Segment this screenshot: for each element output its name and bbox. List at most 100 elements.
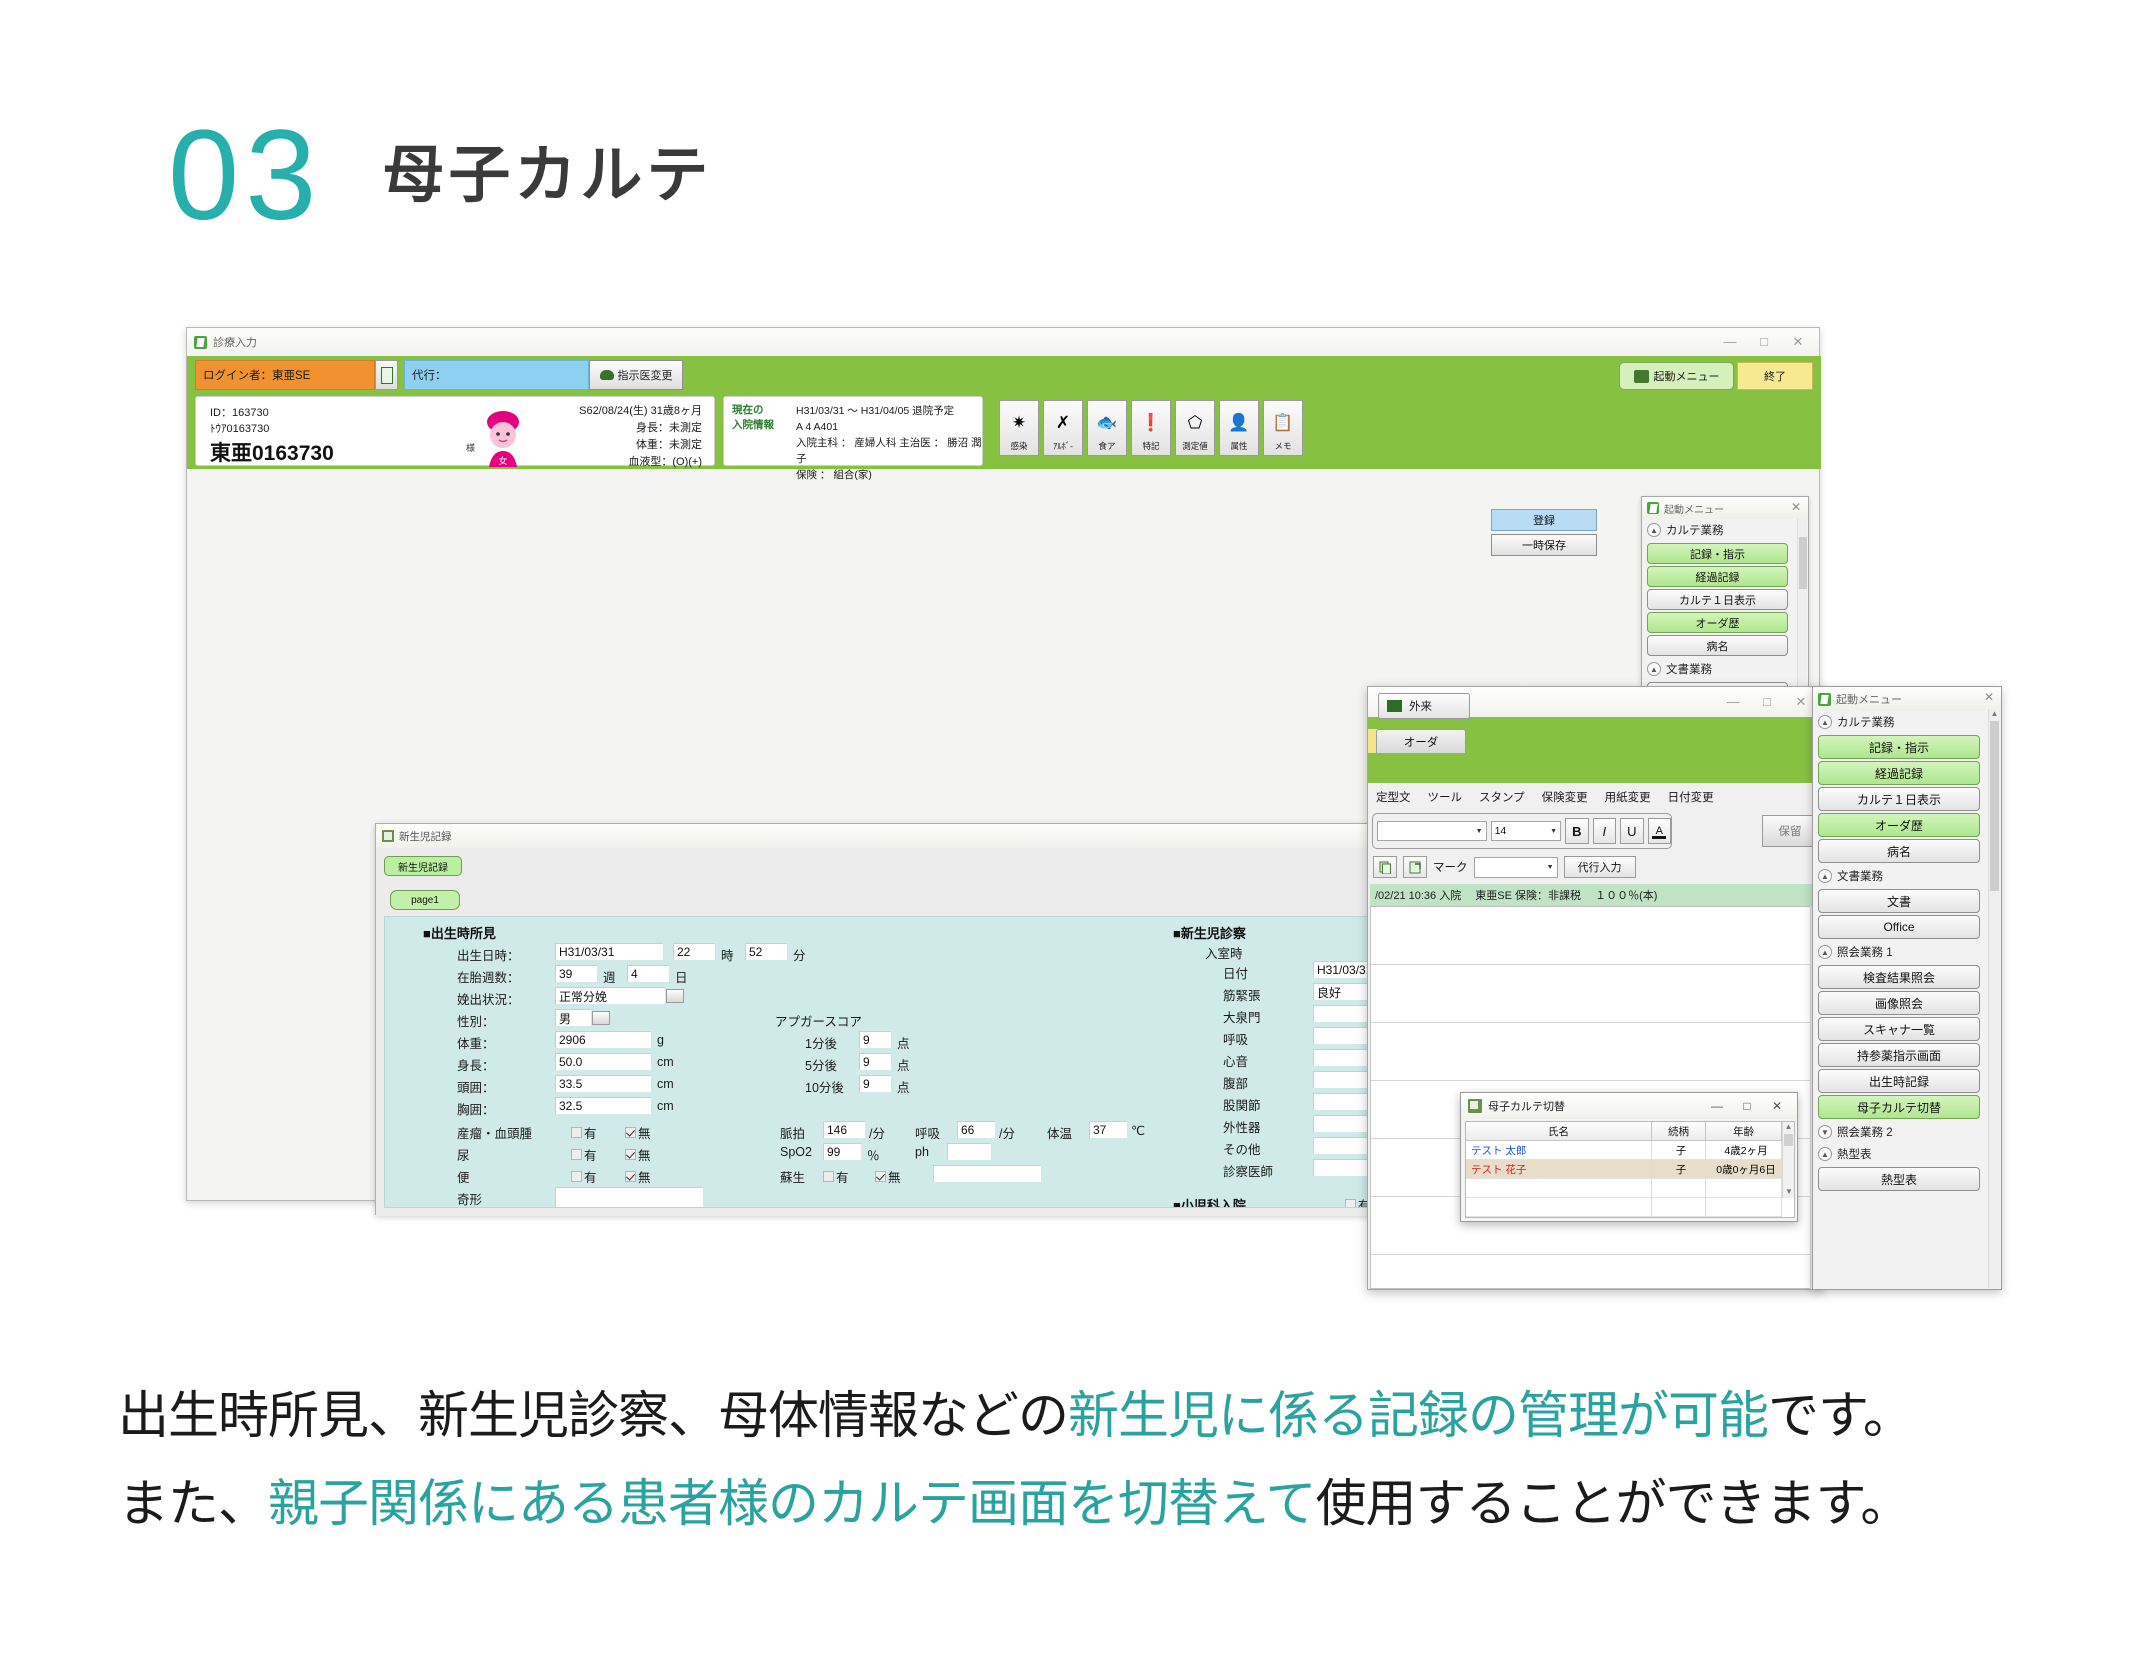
menu-item-2-4[interactable]: 出生時記録: [1818, 1069, 1980, 1093]
table-row-empty[interactable]: [1466, 1198, 1794, 1217]
proxy-input-button[interactable]: 代行入力: [1563, 856, 1636, 878]
order-menu-item-2[interactable]: スタンプ: [1479, 789, 1525, 805]
checkbox-1-ari[interactable]: 有: [571, 1145, 597, 1164]
apgar-input-2[interactable]: 9: [859, 1075, 891, 1092]
table-scrollbar[interactable]: ▲ ▼: [1782, 1122, 1794, 1198]
input-chest[interactable]: 32.5: [555, 1097, 651, 1114]
minimize-icon[interactable]: —: [1702, 1093, 1732, 1118]
shiji-change-button[interactable]: 指示医変更: [589, 360, 683, 390]
order-row[interactable]: [1371, 907, 1819, 965]
menu-item-2-0[interactable]: 検査結果照会: [1818, 965, 1980, 989]
checkbox-2-ari[interactable]: 有: [571, 1167, 597, 1186]
menu-item-0-0[interactable]: 記録・指示: [1818, 735, 1980, 759]
scroll-up-icon[interactable]: ▲: [1783, 1122, 1794, 1132]
apgar-input-1[interactable]: 9: [859, 1053, 891, 1070]
checkbox-1-nashi[interactable]: 無: [625, 1145, 651, 1164]
order-window-controls[interactable]: — □ ✕: [1716, 688, 1818, 715]
toolbar-button-measurement[interactable]: ⬠ 測定値: [1175, 400, 1215, 456]
minimize-icon[interactable]: —: [1713, 328, 1747, 355]
bold-button[interactable]: B: [1565, 818, 1589, 844]
order-menu-item-5[interactable]: 日付変更: [1668, 789, 1714, 805]
input-birth-date[interactable]: H31/03/31: [555, 943, 663, 960]
menu-item-2-1[interactable]: 画像照会: [1818, 991, 1980, 1015]
menu-group-1[interactable]: ▲ 文書業務: [1642, 658, 1796, 680]
hold-button[interactable]: 保留: [1762, 815, 1818, 847]
toolbar-button-note[interactable]: ❗ 特記: [1131, 400, 1171, 456]
menu-group-1[interactable]: ▲ 文書業務: [1813, 865, 1988, 887]
input-resus-note[interactable]: [933, 1165, 1041, 1182]
menu-item-2-5[interactable]: 母子カルテ切替: [1818, 1095, 1980, 1119]
temp-save-button[interactable]: 一時保存: [1491, 534, 1597, 556]
list-icon[interactable]: [375, 360, 398, 390]
input-pulse[interactable]: 146: [823, 1121, 865, 1138]
input-birth-hour[interactable]: 22: [673, 943, 715, 960]
toolbar-button-infection[interactable]: ✷ 感染: [999, 400, 1039, 456]
mark-select[interactable]: ▼: [1473, 856, 1558, 878]
menu-panel-2-scrollbar[interactable]: ▲: [1988, 709, 2000, 1288]
order-menu-item-0[interactable]: 定型文: [1376, 789, 1411, 805]
copy-icon[interactable]: [1373, 856, 1397, 878]
scroll-up-icon[interactable]: ▲: [1989, 709, 2000, 720]
menu-item-0-4[interactable]: 病名: [1647, 635, 1788, 656]
font-family-select[interactable]: ▼: [1377, 821, 1487, 841]
input-gestation-days[interactable]: 4: [627, 965, 669, 982]
window-controls[interactable]: — □ ✕: [1713, 328, 1815, 355]
menu-item-1-0[interactable]: 文書: [1818, 889, 1980, 913]
close-icon[interactable]: ✕: [1781, 328, 1815, 355]
italic-button[interactable]: I: [1592, 818, 1617, 844]
order-menu-item-3[interactable]: 保険変更: [1542, 789, 1588, 805]
scroll-down-icon[interactable]: ▼: [1783, 1187, 1795, 1196]
maximize-icon[interactable]: □: [1747, 328, 1781, 355]
daiko-field[interactable]: 代行：: [404, 360, 589, 390]
input-ph[interactable]: [947, 1143, 991, 1160]
kidou-menu-button[interactable]: 起動メニュー: [1619, 362, 1734, 390]
input-height[interactable]: 50.0: [555, 1053, 651, 1070]
input-spo2[interactable]: 99: [823, 1143, 861, 1160]
menu-group-0[interactable]: ▲ カルテ業務: [1813, 711, 1988, 733]
table-row[interactable]: テスト 花子子 0歳0ヶ月6日: [1466, 1160, 1794, 1179]
tab-newborn-record[interactable]: 新生児記録: [384, 856, 462, 876]
menu-group-3[interactable]: ▼ 照会業務 2: [1813, 1121, 1988, 1143]
sex-picker-button[interactable]: [592, 1011, 610, 1025]
input-birth-minute[interactable]: 52: [745, 943, 787, 960]
toolbar-button-allergy[interactable]: ✗ ｱﾙﾎﾞ-: [1043, 400, 1083, 456]
menu-item-0-1[interactable]: 経過記録: [1818, 761, 1980, 785]
menu-item-0-1[interactable]: 経過記録: [1647, 566, 1788, 587]
menu-item-2-2[interactable]: スキャナ一覧: [1818, 1017, 1980, 1041]
checkbox-resus-ari[interactable]: 有: [823, 1167, 849, 1186]
order-menu-item-4[interactable]: 用紙変更: [1605, 789, 1651, 805]
scrollbar-thumb[interactable]: [1799, 537, 1807, 589]
checkbox-0-nashi[interactable]: 無: [625, 1123, 651, 1142]
input-temp[interactable]: 37: [1089, 1121, 1127, 1138]
font-color-button[interactable]: A: [1647, 818, 1671, 844]
menu-item-2-3[interactable]: 持参薬指示画面: [1818, 1043, 1980, 1067]
underline-button[interactable]: U: [1620, 818, 1644, 844]
toolbar-button-memo[interactable]: 📋 メモ: [1263, 400, 1303, 456]
input-resp[interactable]: 66: [957, 1121, 995, 1138]
menu-group-0[interactable]: ▲ カルテ業務: [1642, 519, 1796, 541]
menu-item-1-1[interactable]: Office: [1818, 915, 1980, 939]
input-weight[interactable]: 2906: [555, 1031, 651, 1048]
switch-window-controls[interactable]: — □ ✕: [1702, 1093, 1792, 1118]
menu-item-0-2[interactable]: カルテ１日表示: [1818, 787, 1980, 811]
menu-group-4[interactable]: ▲ 熱型表: [1813, 1143, 1988, 1165]
maximize-icon[interactable]: □: [1750, 688, 1784, 715]
menu-item-0-3[interactable]: オーダ歴: [1818, 813, 1980, 837]
paste-icon[interactable]: [1403, 856, 1427, 878]
minimize-icon[interactable]: —: [1716, 688, 1750, 715]
checkbox-0-ari[interactable]: 有: [571, 1123, 597, 1142]
checkbox-2-nashi[interactable]: 無: [625, 1167, 651, 1186]
menu-item-0-0[interactable]: 記録・指示: [1647, 543, 1788, 564]
delivery-picker-button[interactable]: [666, 989, 684, 1003]
gairai-button[interactable]: 外来: [1378, 693, 1470, 719]
page-chip[interactable]: page1: [390, 890, 460, 910]
input-head[interactable]: 33.5: [555, 1075, 651, 1092]
close-icon[interactable]: ✕: [1984, 690, 1994, 704]
menu-item-0-4[interactable]: 病名: [1818, 839, 1980, 863]
input-delivery[interactable]: 正常分娩: [555, 987, 665, 1004]
font-size-select[interactable]: 14 ▼: [1490, 821, 1562, 841]
toolbar-button-attribute[interactable]: 👤 属性: [1219, 400, 1259, 456]
apgar-input-0[interactable]: 9: [859, 1031, 891, 1048]
tab-order[interactable]: オーダ: [1376, 729, 1466, 753]
maximize-icon[interactable]: □: [1732, 1093, 1762, 1118]
